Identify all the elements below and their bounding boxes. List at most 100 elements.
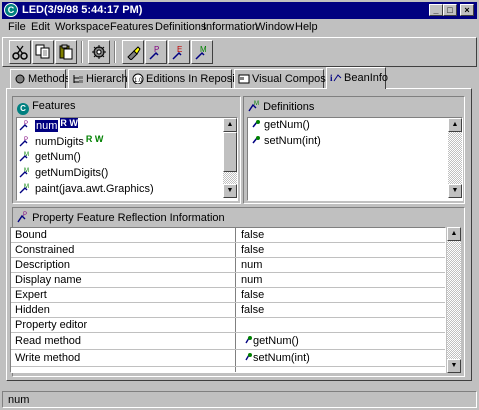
property-table[interactable]: Bound false Constrained false Description n… [10, 227, 446, 373]
svg-text:P: P [23, 212, 27, 218]
table-row[interactable]: Bound false [11, 228, 445, 243]
maximize-button[interactable]: □ [443, 4, 457, 16]
add-method-button[interactable]: P [145, 40, 167, 64]
tab-beaninfo[interactable]: i BeanInfo [326, 67, 388, 89]
property-value[interactable]: false [241, 229, 264, 241]
toolbar-separator [114, 41, 116, 63]
add-method-alt-button[interactable]: M [191, 40, 213, 64]
table-row[interactable]: Expert false [11, 288, 445, 303]
title-bar: C LED(3/9/98 5:44:17 PM) _ □ × [2, 2, 477, 19]
beaninfo-icon: i [330, 72, 342, 83]
table-row[interactable]: Description num [11, 258, 445, 273]
cut-icon [12, 45, 28, 60]
scroll-down-button[interactable]: ▼ [447, 359, 461, 373]
read-method-value[interactable]: getNum() [245, 335, 299, 347]
definitions-list[interactable]: getNum() setNum(int) ▲ ▼ [247, 117, 463, 201]
flashlight-button[interactable] [122, 40, 144, 64]
tab-methods[interactable]: Methods [10, 69, 70, 88]
menu-window[interactable]: Window [255, 21, 294, 33]
list-item[interactable]: PnumDigits R W [19, 134, 103, 149]
svg-text:1.0: 1.0 [134, 78, 143, 84]
property-value[interactable]: num [241, 274, 262, 286]
menu-help[interactable]: Help [295, 21, 318, 33]
definition-label: setNum(int) [264, 135, 321, 147]
status-text: num [8, 394, 30, 406]
scroll-track[interactable] [447, 227, 461, 373]
list-item[interactable]: MgetNum() [19, 150, 81, 165]
run-button[interactable] [88, 40, 110, 64]
scroll-up-button[interactable]: ▲ [223, 118, 237, 132]
toolbar: P E M [2, 37, 477, 67]
svg-text:M: M [254, 101, 259, 107]
write-method-value[interactable]: setNum(int) [245, 352, 310, 364]
list-item[interactable]: Mpaint(java.awt.Graphics) [19, 182, 154, 197]
list-item[interactable]: MgetNumDigits() [19, 166, 108, 181]
add-field-button[interactable]: E [168, 40, 190, 64]
property-vscrollbar[interactable]: ▲ ▼ [447, 227, 461, 373]
table-row[interactable]: Constrained false [11, 243, 445, 258]
table-row[interactable]: Property editor [11, 318, 445, 333]
method-bullet-icon [252, 118, 262, 130]
definitions-pane: M Definitions getNum() setNum(int) ▲ ▼ [243, 96, 465, 204]
tab-hierarchy[interactable]: Hierarchy [68, 69, 133, 88]
scroll-down-button[interactable]: ▼ [223, 184, 237, 198]
tab-visual-composition[interactable]: Visual Composition [234, 69, 346, 88]
table-row[interactable]: Hidden false [11, 303, 445, 318]
paste-button[interactable] [55, 40, 77, 64]
features-header: C Features [13, 97, 240, 116]
definitions-vscrollbar[interactable]: ▲ ▼ [448, 118, 462, 198]
menu-file[interactable]: File [8, 21, 26, 33]
tab-label: Methods [28, 73, 71, 85]
method-icon: M [19, 166, 33, 178]
tab-editions-in-repository[interactable]: 1.0 Editions In Repository [128, 69, 253, 88]
property-value[interactable]: false [241, 304, 264, 316]
property-value[interactable]: false [241, 244, 264, 256]
menu-information[interactable]: Information [203, 21, 258, 33]
feature-label: paint(java.awt.Graphics) [35, 183, 154, 195]
property-name: Property editor [15, 319, 88, 331]
scroll-thumb[interactable] [223, 132, 237, 172]
minimize-button[interactable]: _ [429, 4, 443, 16]
close-button[interactable]: × [460, 4, 474, 16]
list-item[interactable]: Pnum R W [19, 118, 78, 133]
methods-icon [14, 73, 26, 84]
add-method-icon: P [149, 45, 159, 60]
window-title: LED(3/9/98 5:44:17 PM) [22, 4, 143, 16]
svg-text:M: M [200, 45, 207, 54]
cut-button[interactable] [9, 40, 31, 64]
features-vscrollbar[interactable]: ▲ ▼ [223, 118, 237, 198]
method-bullet-icon [252, 134, 262, 146]
definition-label: getNum() [264, 119, 310, 131]
property-value[interactable]: false [241, 289, 264, 301]
definitions-title: Definitions [263, 101, 315, 113]
scroll-down-button[interactable]: ▼ [448, 184, 462, 198]
run-icon [92, 45, 106, 59]
copy-icon [35, 44, 50, 59]
table-row[interactable]: Read method getNum() [11, 333, 445, 350]
toolbar-separator [81, 41, 83, 63]
menu-features[interactable]: Features [110, 21, 153, 33]
flashlight-icon [127, 46, 141, 60]
list-item[interactable]: setNum(int) [252, 134, 321, 149]
property-name: Display name [15, 274, 82, 286]
list-item[interactable]: getNum() [252, 118, 310, 133]
hierarchy-icon [72, 73, 84, 84]
class-icon: C [17, 103, 29, 115]
table-row[interactable]: Write method setNum(int) [11, 350, 445, 367]
features-list[interactable]: Pnum R W PnumDigits R W MgetNum() MgetNumD… [16, 117, 238, 201]
method-bullet-icon [245, 336, 252, 344]
rw-badge: R W [85, 134, 104, 144]
feature-label: numDigits [35, 136, 84, 148]
property-value[interactable]: num [241, 259, 262, 271]
property-name: Description [15, 259, 71, 271]
menu-definitions[interactable]: Definitions [155, 21, 206, 33]
status-bar: num [2, 391, 477, 408]
scroll-up-button[interactable]: ▲ [447, 227, 461, 241]
features-pane: C Features Pnum R W PnumDigits R W MgetNum… [12, 96, 241, 204]
scroll-up-button[interactable]: ▲ [448, 118, 462, 132]
property-info-title: Property Feature Reflection Information [32, 212, 225, 224]
copy-button[interactable] [32, 40, 54, 64]
menu-edit[interactable]: Edit [31, 21, 50, 33]
menu-workspace[interactable]: Workspace [55, 21, 110, 33]
table-row[interactable]: Display name num [11, 273, 445, 288]
